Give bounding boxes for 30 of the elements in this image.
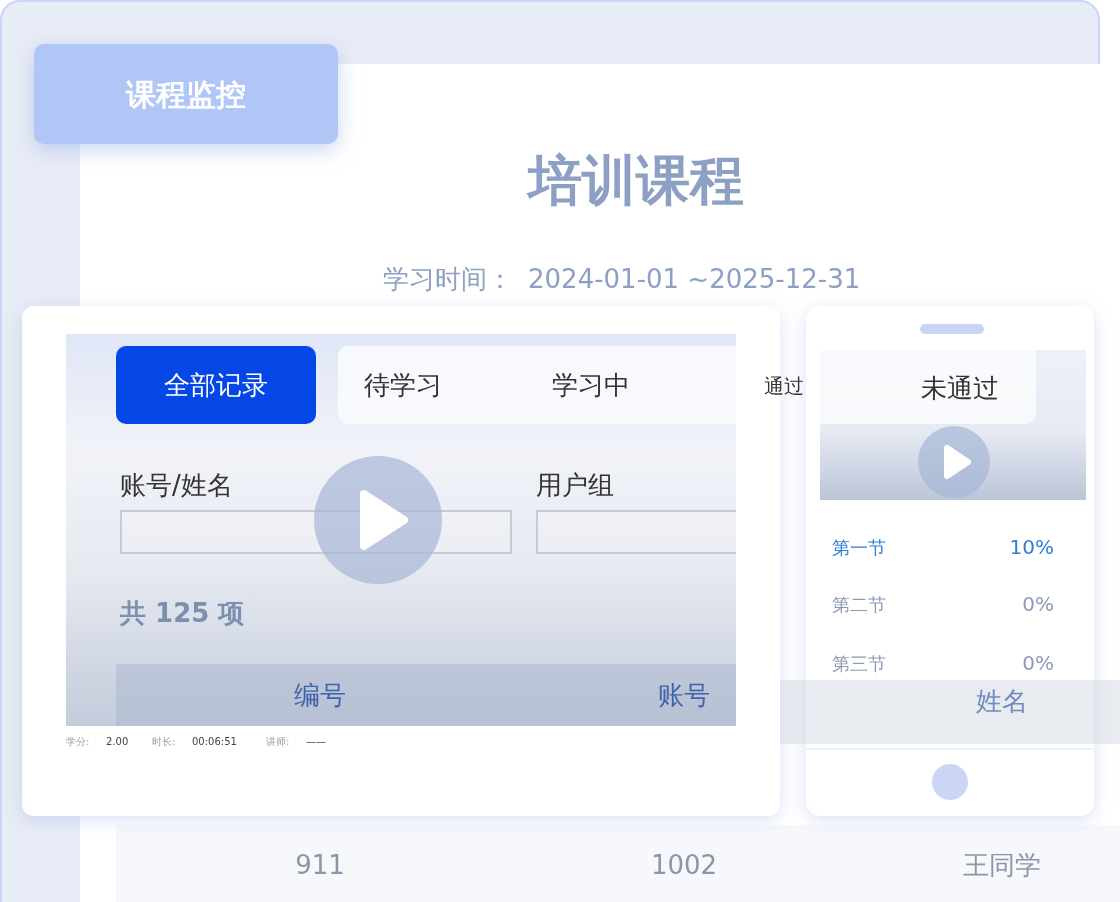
filter-tab[interactable]: 全部记录	[116, 346, 316, 424]
table-cell-text: 1002	[649, 849, 719, 882]
column-header: 账号	[657, 680, 711, 712]
chapter-progress: 0%	[1022, 650, 1054, 677]
home-button[interactable]	[932, 764, 968, 800]
table-cell-text: 911	[294, 849, 346, 882]
meta-value: 2.00	[106, 735, 129, 749]
meta-label: 学分:	[66, 735, 90, 749]
meta-value: ——	[306, 735, 326, 749]
chapter-name[interactable]: 第一节	[832, 534, 886, 561]
table-cell-text: 王同学	[962, 849, 1042, 882]
filter-tab[interactable]: 未通过	[900, 358, 1020, 418]
column-header: 编号	[293, 680, 347, 712]
field-label: 用户组	[536, 469, 614, 502]
field-label: 账号/姓名	[120, 469, 233, 502]
column-header: 姓名	[975, 686, 1029, 718]
course-title: 培训课程	[525, 148, 745, 214]
meta-label: 时长:	[152, 735, 176, 749]
study-time-value: 2024-01-01 ~2025-12-31	[528, 263, 861, 296]
chapter-progress: 0%	[1022, 591, 1054, 618]
chapter-progress: 10%	[1009, 534, 1054, 561]
meta-value: 00:06:51	[192, 735, 237, 749]
total-count: 共 125 项	[120, 597, 245, 630]
study-time-label: 学习时间：	[383, 263, 513, 296]
meta-label: 讲师:	[266, 735, 290, 749]
filter-tab[interactable]: 待学习	[338, 346, 468, 424]
speaker-icon	[920, 324, 984, 334]
category-tag: 课程监控	[34, 44, 338, 144]
filter-tab[interactable]: 通过	[760, 364, 808, 408]
filter-tab[interactable]: 学习中	[516, 346, 666, 424]
